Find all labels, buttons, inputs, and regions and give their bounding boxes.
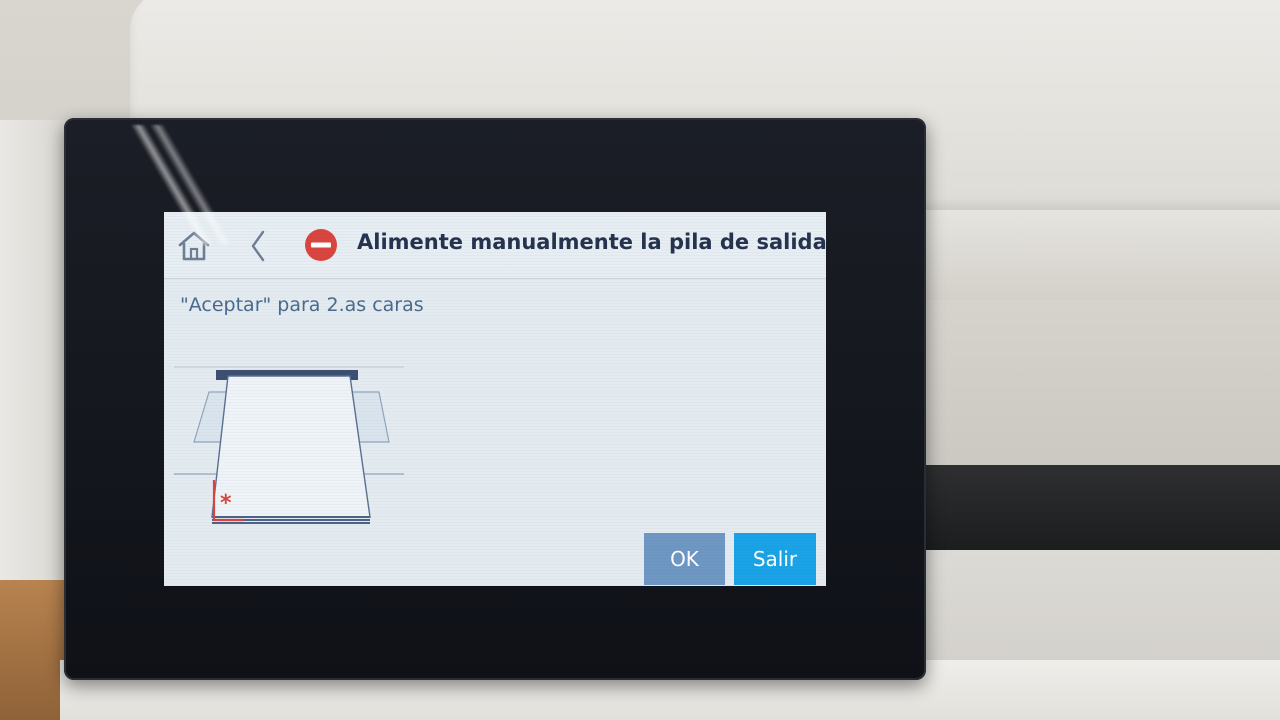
paper-stack-illustration: * bbox=[174, 366, 404, 524]
message-title: Alimente manualmente la pila de salida bbox=[357, 230, 826, 254]
back-button[interactable] bbox=[244, 226, 272, 266]
svg-text:*: * bbox=[220, 491, 232, 516]
chevron-left-icon bbox=[251, 230, 265, 262]
screen-header: Alimente manualmente la pila de salida bbox=[164, 212, 826, 279]
touch-screen: Alimente manualmente la pila de salida "… bbox=[164, 212, 826, 586]
stop-icon bbox=[305, 229, 337, 261]
photo-scene: Alimente manualmente la pila de salida "… bbox=[0, 0, 1280, 720]
printer-output-shelf bbox=[920, 210, 1280, 300]
exit-button[interactable]: Salir bbox=[734, 533, 816, 585]
home-button[interactable] bbox=[174, 226, 214, 266]
home-icon bbox=[178, 231, 210, 261]
ok-button[interactable]: OK bbox=[644, 533, 725, 585]
printer-body-side bbox=[920, 300, 1280, 470]
instruction-text: "Aceptar" para 2.as caras bbox=[180, 294, 424, 316]
printer-dark-slot bbox=[915, 465, 1280, 550]
